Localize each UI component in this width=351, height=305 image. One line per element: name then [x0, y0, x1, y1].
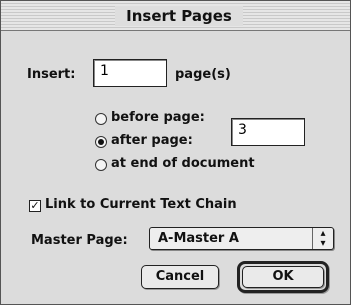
insert-label: Insert:	[27, 67, 76, 82]
radio-after-label: after page:	[111, 133, 193, 148]
select-divider	[312, 228, 313, 249]
updown-arrows-icon: ▴ ▾	[320, 228, 326, 249]
page-number-input[interactable]: 3	[231, 118, 305, 146]
radio-end-label: at end of document	[111, 156, 255, 171]
dialog-title: Insert Pages	[115, 6, 243, 26]
insert-pages-dialog: Insert Pages Insert: 1 page(s) before pa…	[0, 0, 351, 305]
master-page-select[interactable]: A-Master A ▴ ▾	[149, 227, 334, 250]
radio-after-indicator	[95, 136, 107, 148]
radio-end-indicator	[95, 159, 107, 171]
link-text-chain-label: Link to Current Text Chain	[45, 197, 237, 212]
insert-count-input[interactable]: 1	[93, 59, 167, 87]
radio-before-indicator	[95, 113, 107, 125]
master-page-value: A-Master A	[158, 231, 239, 246]
checkmark-icon: ✓	[29, 199, 41, 212]
cancel-button[interactable]: Cancel	[141, 265, 219, 289]
master-page-label: Master Page:	[31, 233, 128, 248]
ok-button[interactable]: OK	[242, 266, 324, 288]
radio-before-label: before page:	[111, 110, 205, 125]
title-bar[interactable]: Insert Pages	[1, 1, 350, 31]
pages-unit-label: page(s)	[175, 67, 231, 82]
